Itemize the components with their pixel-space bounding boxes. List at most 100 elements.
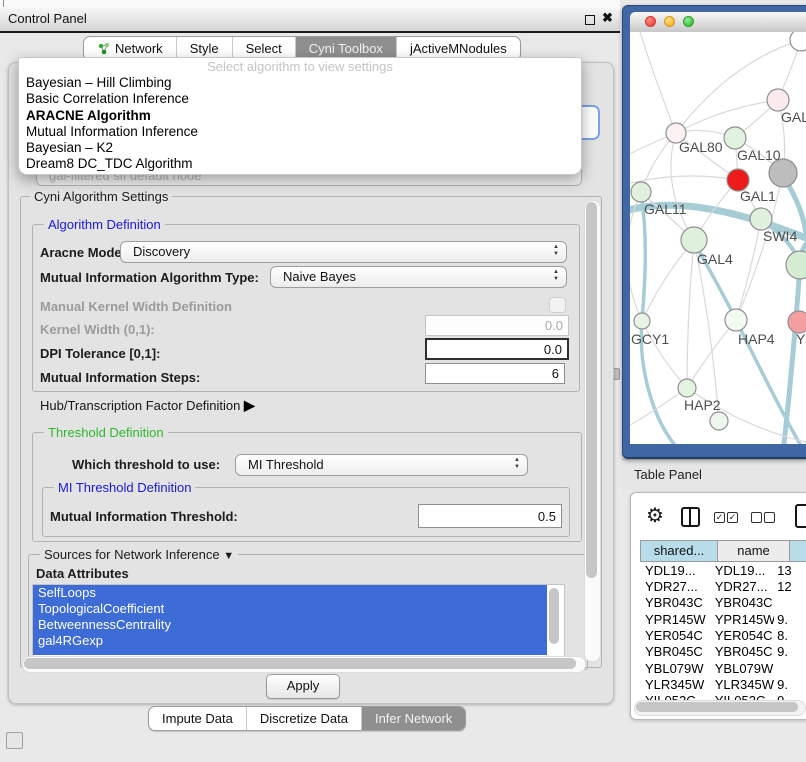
algorithm-dropdown-placeholder: Select algorithm to view settings [19,58,581,75]
network-edge-gray[interactable] [687,320,736,388]
close-traffic-light-icon[interactable] [645,16,656,27]
hub-definition-label[interactable]: Hub/Transcription Factor Definition [40,398,240,413]
aracne-mode-value: Discovery [133,244,190,259]
table-hscrollbar-thumb[interactable] [636,702,798,712]
algorithm-option-dream8-dc-tdc-algorithm[interactable]: Dream8 DC_TDC Algorithm [19,156,581,172]
table-cell: YDR27... [710,579,774,594]
expanded-arrow-icon[interactable]: ▼ [223,550,234,562]
table-cell: 9. [774,677,806,692]
algorithm-option-bayesian-k2[interactable]: Bayesian – K2 [19,140,581,156]
collapsed-arrow-icon[interactable]: ▶ [244,397,255,414]
minimize-traffic-light-icon[interactable] [664,16,675,27]
control-panel-title: Control Panel [8,11,87,26]
attribute-item-betweennesscentrality[interactable]: BetweennessCentrality [33,617,547,633]
network-node[interactable] [790,32,806,51]
gear-icon[interactable]: ⚙ [646,503,664,528]
attribute-item-selfloops[interactable]: SelfLoops [33,585,547,601]
tab-discretize-data[interactable]: Discretize Data [246,707,361,730]
columns-icon[interactable] [681,507,700,527]
checked-box-icon[interactable]: ✓ [714,512,725,523]
aracne-mode-combobox[interactable]: Discovery ▲▼ [120,241,567,263]
control-panel-titlebar[interactable]: Control Panel ✖ [0,8,620,33]
table-row[interactable]: YDL19...YDL19...13 [640,562,806,578]
table-cell: YLR345W [710,677,774,692]
table-cell: YBR043C [710,595,774,610]
network-node[interactable] [710,412,728,430]
table-row[interactable]: YBR045CYBR045C9. [640,644,806,660]
zoom-traffic-light-icon[interactable] [683,16,694,27]
mi-steps-input[interactable] [425,363,565,384]
algorithm-option-bayesian-hill-climbing[interactable]: Bayesian – Hill Climbing [19,75,581,91]
attribute-item-gal4rgexp[interactable]: gal4RGexp [33,633,547,649]
apply-button[interactable]: Apply [266,674,340,699]
table-panel-header[interactable]: Table Panel [622,460,806,490]
network-edge-gray[interactable] [642,240,694,321]
table-body[interactable]: YDL19...YDL19...13YDR27...YDR27...12YBR0… [640,562,806,702]
table-cell: YER054C [640,628,710,643]
attribute-item-topologicalcoefficient[interactable]: TopologicalCoefficient [33,601,547,617]
aracne-mode-label: Aracne Mode: [40,245,126,260]
float-window-icon[interactable] [585,15,595,25]
settings-hscrollbar-thumb[interactable] [24,658,576,669]
column-header-a[interactable]: A [790,540,806,562]
network-node-hap4[interactable] [725,309,747,331]
table-row[interactable]: YLR345WYLR345W9. [640,676,806,692]
table-header-row: shared...nameA [640,540,806,562]
network-edge-gray[interactable] [687,240,694,388]
data-attributes-list: SelfLoopsTopologicalCoefficientBetweenne… [33,585,564,655]
attributes-scrollbar-thumb[interactable] [549,588,559,644]
network-window-titlebar[interactable] [630,12,806,33]
top-margin [0,0,620,8]
column-header-name[interactable]: name [718,540,790,562]
manual-kernel-width-label: Manual Kernel Width Definition [40,299,232,314]
network-node-y[interactable] [788,311,806,333]
attribute-item-partial [33,649,547,655]
algorithm-option-basic-correlation-inference[interactable]: Basic Correlation Inference [19,91,581,107]
screen: Control Panel ✖ NetworkStyleSelectCyni T… [0,0,806,762]
network-node-swi4[interactable] [750,208,772,230]
node-label-gal1: GAL1 [740,188,776,204]
unchecked-box-icon[interactable] [764,512,775,523]
network-node-gal11[interactable] [631,182,651,202]
kernel-width-input[interactable] [425,315,569,336]
network-node-gal4[interactable] [681,227,707,253]
network-node[interactable] [769,159,797,187]
dpi-tolerance-input[interactable] [425,338,569,360]
tab-infer-network[interactable]: Infer Network [361,707,465,730]
network-edge-gray[interactable] [736,219,761,320]
data-attributes-listbox[interactable]: SelfLoopsTopologicalCoefficientBetweenne… [32,584,565,657]
network-canvas[interactable]: GALGAL80GAL10GAL1GAL11SWI4GAL4GCY1HAP4YH… [630,32,806,444]
which-threshold-combobox[interactable]: MI Threshold ▲▼ [235,454,528,476]
network-edge-gray[interactable] [640,32,676,133]
corner-tick [3,0,4,7]
algorithm-option-mutual-information-inference[interactable]: Mutual Information Inference [19,124,581,140]
table-row[interactable]: YDR27...YDR27...12 [640,578,806,594]
network-graph[interactable]: GALGAL80GAL10GAL1GAL11SWI4GAL4GCY1HAP4YH… [630,32,806,444]
tab-impute-data[interactable]: Impute Data [149,707,246,730]
table-row[interactable]: YBL079WYBL079W [640,660,806,676]
network-node-gal10[interactable] [724,127,746,149]
panel-grip-icon[interactable] [6,732,23,749]
network-node-gal[interactable] [767,89,789,111]
close-icon[interactable]: ✖ [602,10,613,26]
network-node-hap2[interactable] [678,379,696,397]
table-row[interactable]: YPR145WYPR145W9. [640,611,806,627]
mi-threshold-input[interactable] [418,504,562,528]
network-node[interactable] [786,251,806,279]
table-cell: YLR345W [640,677,710,692]
node-label-swi4: SWI4 [763,228,797,244]
network-edge-gray[interactable] [676,100,778,133]
network-node-gcy1[interactable] [634,313,650,329]
table-row[interactable]: YER054CYER054C8. [640,627,806,643]
unchecked-box-icon[interactable] [751,512,762,523]
mi-algorithm-type-combobox[interactable]: Naive Bayes ▲▼ [270,266,567,288]
table-cell: YDL19... [640,563,710,578]
table-row[interactable]: YBR043CYBR043C [640,595,806,611]
node-label-hap2: HAP2 [684,397,721,413]
table-options-icon[interactable] [795,504,806,528]
manual-kernel-width-checkbox[interactable] [549,297,566,313]
algorithm-option-aracne-algorithm[interactable]: ARACNE Algorithm [19,108,581,124]
column-header-shared[interactable]: shared... [640,540,718,562]
settings-scrollbar-thumb[interactable] [586,202,597,578]
checked-box-icon[interactable]: ✓ [727,512,738,523]
